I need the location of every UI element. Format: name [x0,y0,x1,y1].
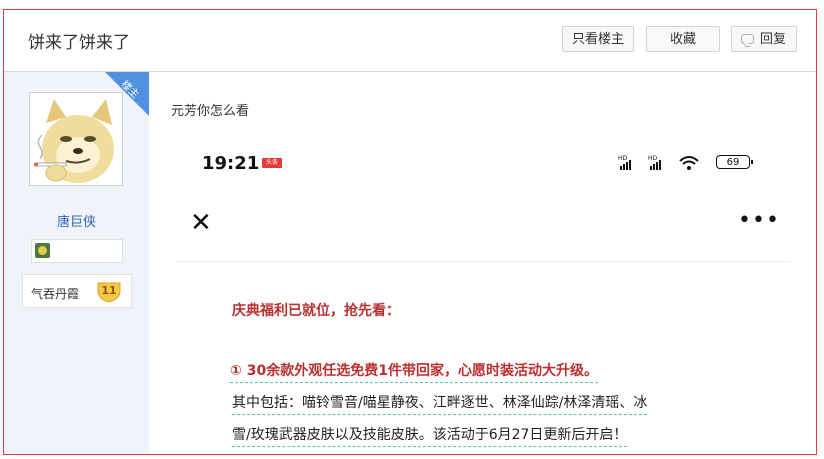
favorite-button[interactable]: 收藏 [646,26,720,52]
post-frame: 饼来了饼来了 只看楼主 收藏 回复 楼主 唐巨侠 气吞丹霞 11 元芳你怎么看 … [3,9,817,455]
post-text: 元芳你怎么看 [171,104,250,119]
author-username[interactable]: 唐巨侠 [4,211,149,230]
close-icon: ✕ [190,208,212,238]
svg-text:HD: HD [618,155,628,162]
shiba-avatar-icon [30,93,122,185]
post-image[interactable]: 19:21 头条 HD HD 69 ✕ ••• 庆典福利已就位，抢先看： ① 3… [176,135,796,454]
reply-button-label: 回复 [759,32,786,47]
reply-button[interactable]: 回复 [731,26,797,52]
comment-icon [741,34,754,44]
thread-header: 饼来了饼来了 只看楼主 收藏 回复 [4,10,816,72]
phone-time: 19:21 [202,153,260,174]
phone-divider [176,261,791,262]
article-line-2: 其中包括：喵铃雪音/喵星静夜、江畔逐世、林泽仙踪/林泽清瑶、冰 [232,392,648,415]
article-item-1: ① 30余款外观任选免费1件带回家，心愿时装活动大升级。 [230,360,598,383]
level-number: 11 [101,284,117,297]
medal-box [31,239,123,263]
more-icon: ••• [738,208,780,233]
svg-text:HD: HD [648,155,658,162]
medal-icon [35,243,50,258]
thread-title: 饼来了饼来了 [28,33,130,53]
article-line-3: 雪/玫瑰武器皮肤以及技能皮肤。该活动于6月27日更新后开启！ [232,424,628,447]
level-name: 气吞丹霞 [31,287,80,301]
only-op-button[interactable]: 只看楼主 [562,26,634,52]
level-box: 气吞丹霞 11 [22,274,132,308]
phone-signal-icon: HD HD [618,153,708,174]
avatar[interactable] [29,92,123,186]
article-heading: 庆典福利已就位，抢先看： [232,303,400,319]
phone-battery-icon: 69 [716,155,753,169]
phone-notification-icon: 头条 [262,158,282,168]
author-sidebar: 楼主 唐巨侠 气吞丹霞 11 [4,72,149,454]
level-badge: 11 [96,281,122,303]
